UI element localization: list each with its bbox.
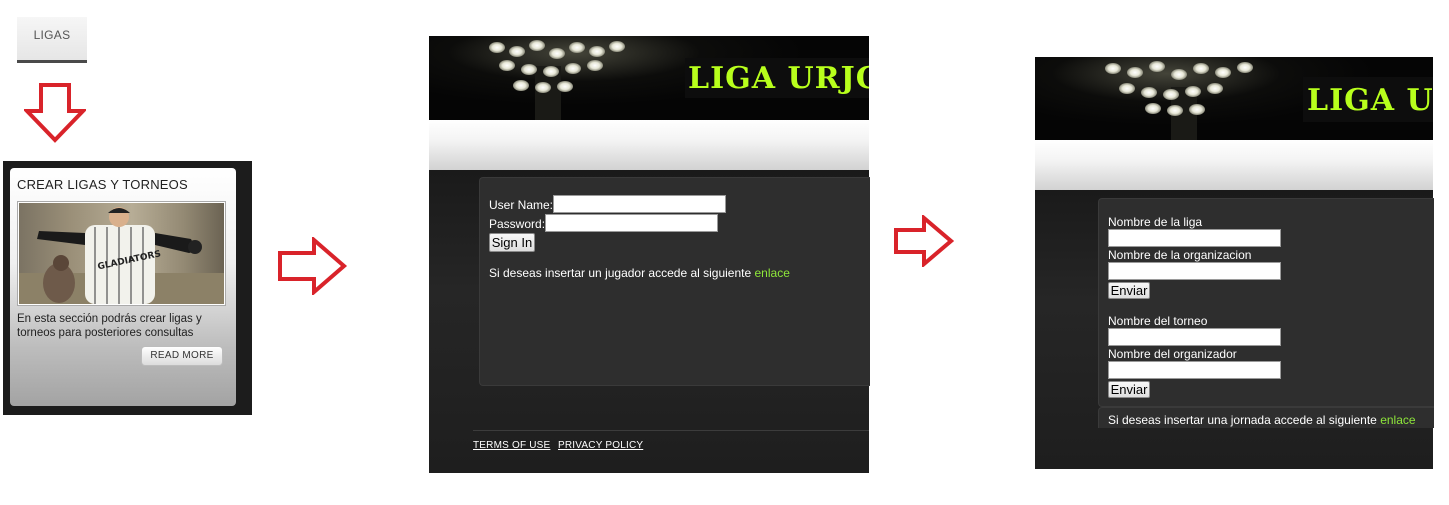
arrow-down-icon [24, 83, 86, 143]
password-label: Password: [489, 217, 546, 231]
sign-in-button[interactable]: Sign In [489, 233, 535, 252]
read-more-button[interactable]: READ MORE [141, 346, 223, 366]
terms-of-use-link[interactable]: TERMS OF USE [473, 440, 550, 451]
insert-round-link[interactable]: enlace [1380, 413, 1415, 427]
insert-player-link[interactable]: enlace [755, 266, 790, 280]
card-title: CREAR LIGAS Y TORNEOS [17, 177, 188, 192]
organizer-input[interactable] [1108, 361, 1281, 379]
arrow-right-icon-2 [894, 215, 954, 267]
ligas-tab[interactable]: LIGAS [17, 17, 87, 63]
login-banner: LIGA URJC [429, 36, 869, 120]
organizer-label: Nombre del organizador [1108, 347, 1237, 361]
send-league-button[interactable]: Enviar [1108, 282, 1150, 299]
tournament-name-label: Nombre del torneo [1108, 314, 1208, 328]
login-nav-bar [429, 120, 869, 170]
league-name-label: Nombre de la liga [1108, 215, 1203, 229]
privacy-policy-link[interactable]: PRIVACY POLICY [558, 440, 643, 451]
send-tournament-button[interactable]: Enviar [1108, 381, 1150, 398]
baseball-pitcher-photo: GLADIATORS [18, 202, 225, 305]
footer-divider [473, 430, 869, 431]
organization-label: Nombre de la organizacion [1108, 248, 1252, 262]
tournament-name-input[interactable] [1108, 328, 1281, 346]
login-info-text: Si deseas insertar un jugador accede al … [489, 266, 790, 280]
arrow-right-icon [278, 237, 348, 295]
league-name-input[interactable] [1108, 229, 1281, 247]
create-info-label: Si deseas insertar una jornada accede al… [1108, 413, 1381, 427]
password-input[interactable] [545, 214, 718, 232]
login-info-label: Si deseas insertar un jugador accede al … [489, 266, 755, 280]
logo-liga-urjc: LIGA URJC [688, 61, 869, 96]
username-label: User Name: [489, 198, 554, 212]
create-nav-bar [1035, 140, 1433, 190]
create-banner: LIGA URJC [1035, 57, 1433, 140]
create-info-text: Si deseas insertar una jornada accede al… [1108, 413, 1416, 427]
username-input[interactable] [553, 195, 726, 213]
organization-input[interactable] [1108, 262, 1281, 280]
logo-liga-urjc-2: LIGA URJC [1307, 83, 1433, 118]
card-description: En esta sección podrás crear ligas y tor… [17, 313, 202, 339]
